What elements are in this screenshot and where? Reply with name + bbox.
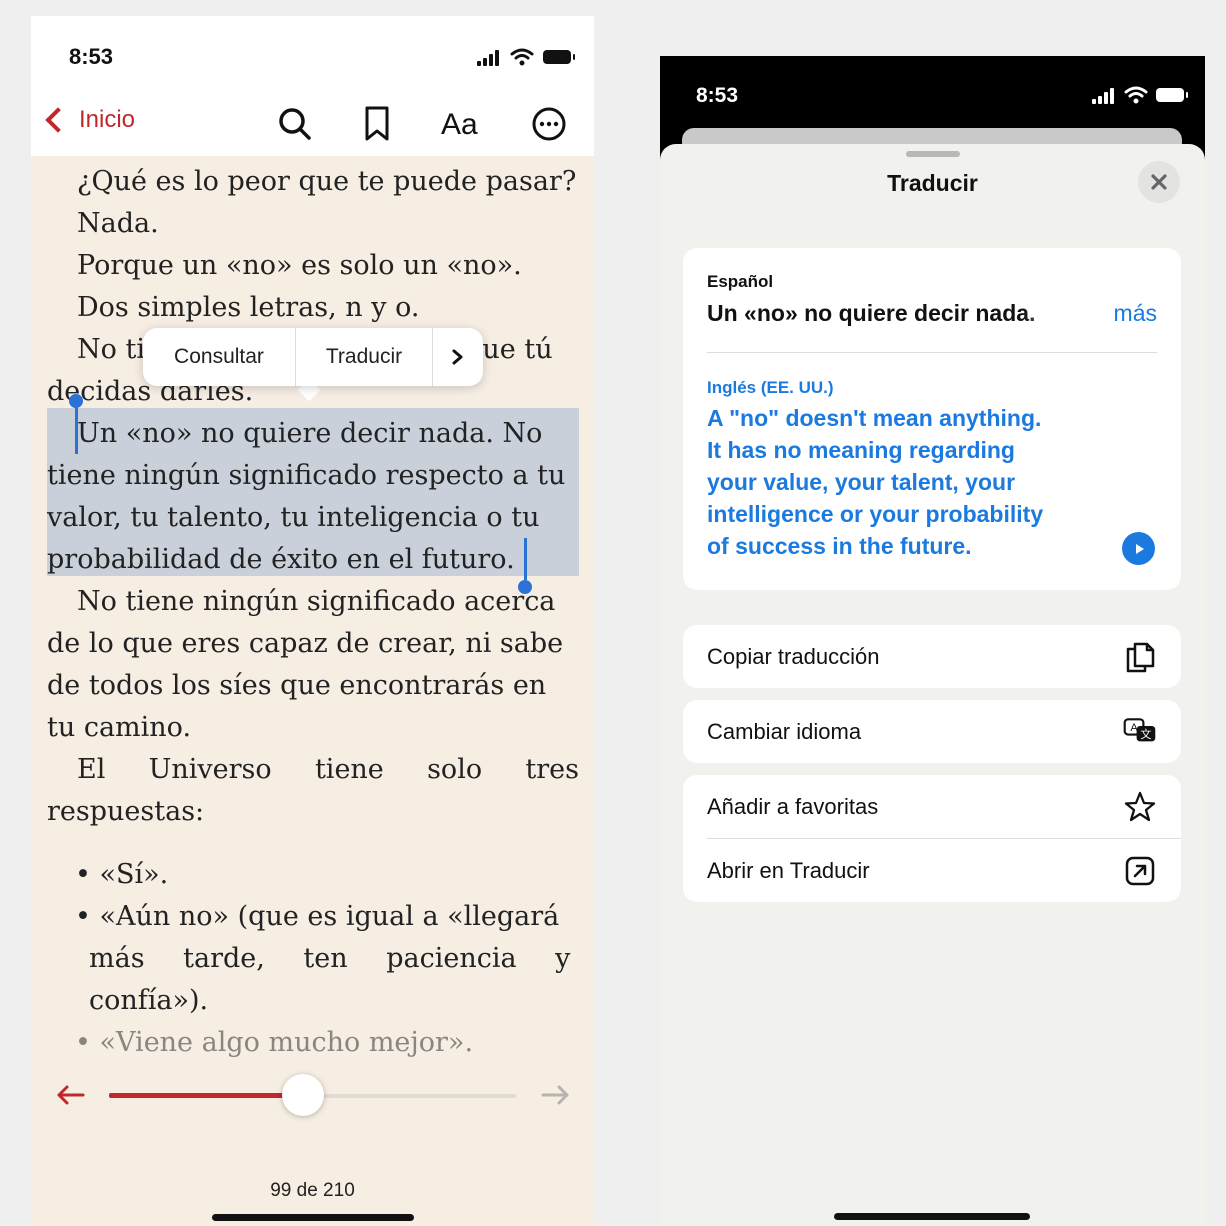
book-reader-screen: 8:53 Inicio Aa ¿Qué es lo peor que te pu…	[31, 16, 594, 1226]
list-item: • «Aún no» (que es igual a «llegará	[75, 901, 560, 932]
text-line: Nada.	[77, 208, 159, 239]
next-page-arrow-icon[interactable]	[541, 1084, 571, 1106]
play-icon	[1135, 543, 1144, 554]
selected-text-line[interactable]: tiene ningún significado respecto a tu	[47, 455, 579, 497]
chevron-left-icon	[45, 107, 71, 133]
copy-icon	[1126, 642, 1155, 672]
open-in-translate-button[interactable]: Abrir en Traducir	[683, 839, 1181, 902]
back-button[interactable]: Inicio	[43, 106, 135, 134]
signal-icon	[477, 50, 503, 66]
translate-screen: 8:53 Traducir Español Un «no» no quiere …	[660, 56, 1205, 1226]
selection-start-cursor	[75, 404, 78, 454]
translation-line: intelligence or your probability	[707, 501, 1044, 527]
translate-button[interactable]: Traducir	[296, 328, 432, 386]
text-fade	[1023, 296, 1103, 332]
target-language-label: Inglés (EE. UU.)	[707, 378, 834, 397]
copy-translation-card: Copiar traducción	[683, 625, 1181, 688]
status-bar: 8:53	[31, 16, 594, 94]
text-selection-menu: Consultar Traducir	[143, 328, 483, 386]
text-line: Dos simples letras, n y o.	[77, 292, 420, 323]
translation-line: It has no meaning regarding	[707, 437, 1015, 463]
translate-language-icon: A 文	[1123, 717, 1156, 741]
text-line: de lo que eres capaz de crear, ni sabe	[47, 628, 564, 659]
consult-button[interactable]: Consultar	[143, 328, 295, 386]
search-icon[interactable]	[275, 104, 315, 144]
add-favorite-button[interactable]: Añadir a favoritas	[683, 775, 1181, 838]
battery-icon	[1156, 88, 1188, 102]
source-language-label: Español	[707, 272, 774, 291]
change-language-label: Cambiar idioma	[707, 718, 862, 744]
status-time: 8:53	[696, 84, 739, 107]
back-label: Inicio	[79, 106, 136, 133]
page-slider-progress	[109, 1093, 303, 1098]
add-favorite-label: Añadir a favoritas	[707, 793, 879, 819]
source-text: Un «no» no quiere decir nada.	[707, 300, 1036, 326]
translation-text: A "no" doesn't mean anything. It has no …	[707, 402, 1107, 562]
play-button[interactable]	[1122, 532, 1155, 565]
list-item-continuation: confía»).	[89, 985, 209, 1016]
divider	[707, 352, 1157, 353]
wifi-icon	[510, 48, 534, 66]
close-button[interactable]	[1138, 161, 1180, 203]
text-line: El Universo tiene solo tres	[77, 754, 579, 785]
text-line: de todos los síes que encontrarás en	[47, 670, 547, 701]
list-item: • «Viene algo mucho mejor».	[75, 1027, 474, 1058]
translation-card: Español Un «no» no quiere decir nada. má…	[683, 248, 1181, 590]
more-options-icon[interactable]	[529, 104, 569, 144]
translation-line: your value, your talent, your	[707, 469, 1016, 495]
change-language-button[interactable]: Cambiar idioma A 文	[683, 700, 1181, 763]
list-item-continuation: más tarde, ten paciencia y	[89, 943, 571, 974]
font-settings-button[interactable]: Aa	[441, 108, 478, 142]
page-slider-thumb[interactable]	[282, 1074, 324, 1116]
translate-sheet: Traducir Español Un «no» no quiere decir…	[660, 144, 1205, 1226]
selection-end-handle[interactable]	[518, 580, 532, 594]
close-icon	[1151, 174, 1167, 190]
text-line: No tiene ningún significado acerca	[77, 586, 556, 617]
translation-line: A "no" doesn't mean anything.	[707, 405, 1042, 431]
text-line: respuestas:	[47, 796, 205, 827]
translation-line: of success in the future.	[707, 533, 972, 559]
open-external-icon	[1125, 856, 1155, 885]
open-in-translate-label: Abrir en Traducir	[707, 857, 870, 883]
consult-label: Consultar	[174, 345, 264, 368]
sheet-grabber[interactable]	[906, 151, 960, 157]
battery-icon	[543, 50, 575, 64]
translate-label: Traducir	[325, 345, 403, 368]
star-icon	[1124, 791, 1156, 821]
book-text-top: ¿Qué es lo peor que te puede pasar? Nada…	[47, 161, 579, 833]
reader-nav-bar: Inicio Aa	[31, 94, 594, 156]
signal-icon	[1092, 88, 1118, 104]
page-indicator: 99 de 210	[270, 1180, 355, 1201]
change-language-card: Cambiar idioma A 文	[683, 700, 1181, 763]
text-line: ¿Qué es lo peor que te puede pasar?	[77, 166, 577, 197]
home-indicator	[212, 1214, 414, 1221]
list-item: • «Sí».	[75, 859, 169, 890]
previous-page-arrow-icon[interactable]	[55, 1084, 85, 1106]
selection-end-cursor	[524, 538, 527, 580]
selected-text-line[interactable]: Un «no» no quiere decir nada. No	[47, 413, 579, 455]
copy-translation-button[interactable]: Copiar traducción	[683, 625, 1181, 688]
more-button[interactable]: más	[1114, 300, 1157, 327]
more-actions-card: Añadir a favoritas Abrir en Traducir	[683, 775, 1181, 902]
status-time: 8:53	[69, 44, 114, 69]
text-line: tu camino.	[47, 712, 192, 743]
svg-text:文: 文	[1140, 726, 1151, 740]
selected-text-line[interactable]: probabilidad de éxito en el futuro.	[47, 539, 579, 581]
bullet-list: • «Sí». • «Aún no» (que es igual a «lleg…	[47, 854, 579, 1064]
wifi-icon	[1124, 86, 1148, 104]
copy-translation-label: Copiar traducción	[707, 643, 880, 669]
home-indicator	[834, 1213, 1030, 1220]
bookmark-icon[interactable]	[361, 104, 393, 144]
sheet-title: Traducir	[887, 170, 978, 196]
selected-text-line[interactable]: valor, tu talento, tu inteligencia o tu	[47, 497, 579, 539]
more-menu-button[interactable]	[433, 328, 483, 386]
text-line: Porque un «no» es solo un «no».	[77, 250, 522, 281]
chevron-right-icon	[452, 349, 463, 365]
